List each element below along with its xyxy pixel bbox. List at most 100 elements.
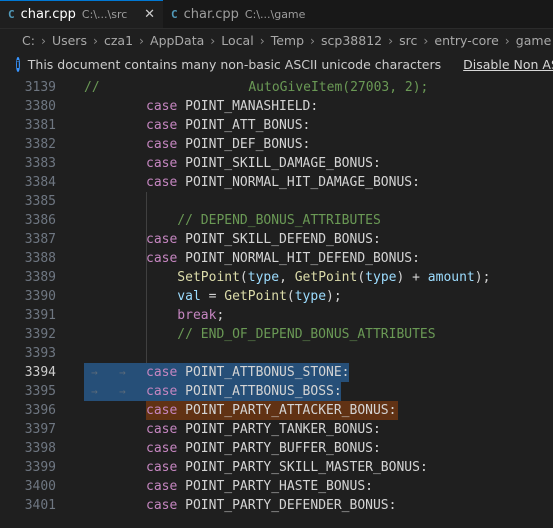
- breadcrumb-item[interactable]: entry-core: [434, 33, 498, 48]
- code-line[interactable]: 3382 case POINT_DEF_BONUS:: [0, 135, 553, 154]
- code-line[interactable]: → → 3395 case POINT_ATTBONUS_BOSS:: [0, 382, 553, 401]
- code-token: POINT_PARTY_BUFFER_BONUS:: [177, 441, 381, 456]
- code-token: case: [146, 232, 178, 247]
- cpp-file-icon: C: [171, 7, 178, 21]
- code-line[interactable]: 3384 case POINT_NORMAL_HIT_DAMAGE_BONUS:: [0, 173, 553, 192]
- code-token: POINT_PARTY_HASTE_BONUS:: [177, 479, 373, 494]
- code-text: // END_OF_DEPEND_BONUS_ATTRIBUTES: [146, 325, 436, 344]
- code-token: POINT_MANASHIELD:: [177, 99, 319, 114]
- breadcrumb-item[interactable]: Temp: [271, 33, 304, 48]
- breadcrumb-item[interactable]: Local: [221, 33, 253, 48]
- code-text: case POINT_SKILL_DAMAGE_BONUS:: [146, 154, 381, 173]
- line-number: 3388: [24, 251, 56, 266]
- code-line[interactable]: 3389 SetPoint(type, GetPoint(type) + amo…: [0, 268, 553, 287]
- breadcrumb-separator: ›: [92, 32, 98, 48]
- code-line[interactable]: 3388 case POINT_NORMAL_HIT_DEFEND_BONUS:: [0, 249, 553, 268]
- code-text: case POINT_PARTY_SKILL_MASTER_BONUS:: [146, 458, 428, 477]
- code-line[interactable]: → → 3394 case POINT_ATTBONUS_STONE:: [0, 363, 553, 382]
- line-number: 3387: [24, 232, 56, 247]
- code-token: // END_OF_DEPEND_BONUS_ATTRIBUTES: [146, 327, 436, 342]
- code-token: );: [474, 270, 491, 285]
- code-line[interactable]: 3383 case POINT_SKILL_DAMAGE_BONUS:: [0, 154, 553, 173]
- code-token: POINT_PARTY_TANKER_BONUS:: [177, 422, 381, 437]
- breadcrumb-item[interactable]: cza1: [104, 33, 133, 48]
- code-text: case POINT_NORMAL_HIT_DEFEND_BONUS:: [146, 249, 420, 268]
- line-number: 3383: [24, 156, 56, 171]
- code-line[interactable]: 3391 break;: [0, 306, 553, 325]
- code-text: case POINT_ATTBONUS_BOSS:: [146, 382, 342, 401]
- breadcrumb-item[interactable]: game: [516, 33, 551, 48]
- tab-title: char.cpp: [183, 6, 239, 22]
- disable-highlight-link[interactable]: Disable Non ASCII Highlight: [463, 57, 553, 72]
- code-line[interactable]: 3393: [0, 344, 553, 363]
- breadcrumb-separator: ›: [310, 32, 316, 48]
- breadcrumb-item[interactable]: scp38812: [321, 33, 382, 48]
- tab-char-cpp-src[interactable]: C char.cpp C:\...\src ✕: [0, 0, 163, 28]
- tab-char-cpp-game[interactable]: C char.cpp C:\...\game: [163, 0, 323, 28]
- code-token: POINT_SKILL_DAMAGE_BONUS:: [177, 156, 381, 171]
- code-token: ) +: [396, 270, 428, 285]
- code-line[interactable]: 3392 // END_OF_DEPEND_BONUS_ATTRIBUTES: [0, 325, 553, 344]
- line-number: 3398: [24, 441, 56, 456]
- code-line[interactable]: 3386 // DEPEND_BONUS_ATTRIBUTES: [0, 211, 553, 230]
- code-text: case POINT_ATTBONUS_STONE:: [146, 363, 350, 382]
- code-token: case: [146, 479, 178, 494]
- whitespace-arrow-icon: →: [91, 366, 98, 379]
- code-token: // AutoGiveItem(27003, 2);: [84, 80, 429, 95]
- code-text: case POINT_MANASHIELD:: [146, 97, 318, 116]
- line-number: 3399: [24, 460, 56, 475]
- code-line[interactable]: 3396 case POINT_PARTY_ATTACKER_BONUS:: [0, 401, 553, 420]
- line-number: 3382: [24, 137, 56, 152]
- line-number: 3384: [24, 175, 56, 190]
- code-text: case POINT_PARTY_DEFENDER_BONUS:: [146, 496, 396, 515]
- close-icon[interactable]: ✕: [144, 7, 155, 22]
- code-line[interactable]: 3381 case POINT_ATT_BONUS:: [0, 116, 553, 135]
- code-token: POINT_DEF_BONUS:: [177, 137, 311, 152]
- code-token: type: [365, 270, 397, 285]
- code-line[interactable]: 3399 case POINT_PARTY_SKILL_MASTER_BONUS:: [0, 458, 553, 477]
- code-token: ;: [216, 308, 225, 323]
- code-line[interactable]: 3390 val = GetPoint(type);: [0, 287, 553, 306]
- breadcrumb-separator: ›: [423, 32, 429, 48]
- info-icon: i: [16, 57, 20, 72]
- line-number: 3389: [24, 270, 56, 285]
- breadcrumb-item[interactable]: src: [399, 33, 417, 48]
- code-token: POINT_SKILL_DEFEND_BONUS:: [177, 232, 381, 247]
- breadcrumb-item[interactable]: C:: [22, 33, 35, 48]
- code-line[interactable]: 3139 // AutoGiveItem(27003, 2);: [0, 78, 553, 97]
- code-line[interactable]: 3398 case POINT_PARTY_BUFFER_BONUS:: [0, 439, 553, 458]
- code-token: break: [146, 308, 217, 323]
- code-line[interactable]: 3385: [0, 192, 553, 211]
- code-text: case POINT_ATT_BONUS:: [146, 116, 310, 135]
- code-token: ,: [279, 270, 295, 285]
- code-text: SetPoint(type, GetPoint(type) + amount);: [146, 268, 490, 287]
- tab-title: char.cpp: [20, 7, 76, 22]
- code-text: // DEPEND_BONUS_ATTRIBUTES: [146, 211, 381, 230]
- code-line[interactable]: 3397 case POINT_PARTY_TANKER_BONUS:: [0, 420, 553, 439]
- code-token: );: [326, 289, 342, 304]
- code-token: case: [146, 460, 178, 475]
- breadcrumb-separator: ›: [210, 32, 216, 48]
- unicode-highlight-banner: i This document contains many non-basic …: [0, 52, 553, 77]
- code-token: case: [146, 498, 178, 513]
- line-number: 3397: [24, 422, 56, 437]
- code-text: case POINT_DEF_BONUS:: [146, 135, 310, 154]
- code-token: SetPoint: [146, 270, 240, 285]
- line-number: 3400: [24, 479, 56, 494]
- code-editor[interactable]: 3139 // AutoGiveItem(27003, 2); 3380 case P…: [0, 77, 553, 528]
- breadcrumb-item[interactable]: Users: [52, 33, 87, 48]
- code-token: case: [146, 441, 178, 456]
- line-number: 3391: [24, 308, 56, 323]
- code-line[interactable]: 3387 case POINT_SKILL_DEFEND_BONUS:: [0, 230, 553, 249]
- code-line[interactable]: 3400 case POINT_PARTY_HASTE_BONUS:: [0, 477, 553, 496]
- line-number: 3385: [24, 194, 56, 209]
- breadcrumb-item[interactable]: AppData: [150, 33, 204, 48]
- code-line[interactable]: 3401 case POINT_PARTY_DEFENDER_BONUS:: [0, 496, 553, 515]
- code-token: POINT_ATTBONUS_BOSS:: [177, 384, 342, 399]
- code-text: case POINT_SKILL_DEFEND_BONUS:: [146, 230, 381, 249]
- line-number: 3139: [24, 80, 56, 95]
- code-token: (: [286, 289, 295, 304]
- code-line[interactable]: 3380 case POINT_MANASHIELD:: [0, 97, 553, 116]
- line-number: 3390: [24, 289, 56, 304]
- code-token: case: [146, 156, 178, 171]
